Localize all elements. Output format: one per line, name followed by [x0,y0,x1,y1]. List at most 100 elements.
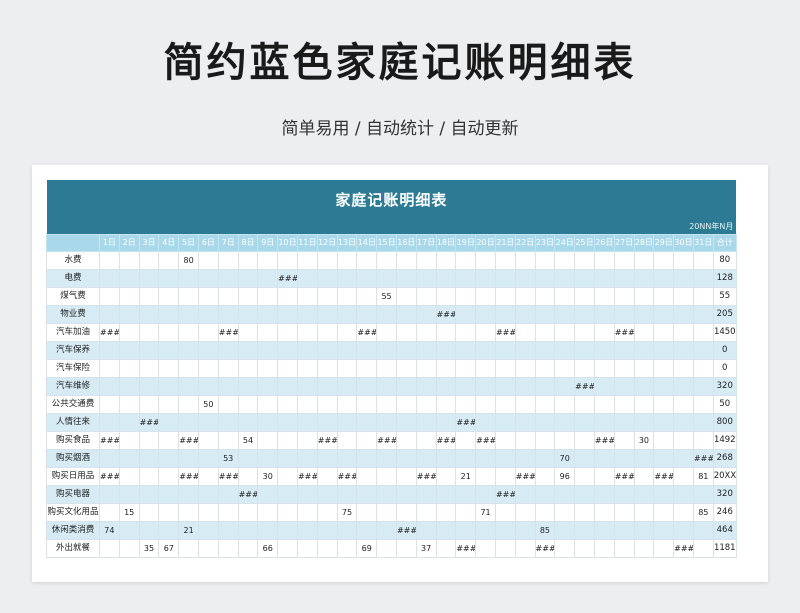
day-cell[interactable] [673,269,694,288]
day-cell[interactable] [277,359,298,378]
day-cell[interactable] [237,251,259,270]
day-cell[interactable]: ### [692,449,714,468]
day-cell[interactable] [574,341,595,360]
day-cell[interactable] [178,395,199,414]
day-cell[interactable] [435,269,457,288]
day-cell[interactable] [554,305,576,324]
day-cell[interactable] [296,431,318,450]
day-cell[interactable] [197,269,219,288]
day-cell[interactable] [257,323,279,342]
day-cell[interactable] [395,485,417,504]
day-cell[interactable] [336,359,358,378]
day-cell[interactable] [574,449,595,468]
day-cell[interactable] [197,467,219,486]
day-cell[interactable] [514,503,536,522]
day-cell[interactable]: ### [296,467,318,486]
day-cell[interactable] [118,449,140,468]
day-cell[interactable] [554,251,576,270]
day-cell[interactable] [554,485,576,504]
day-cell[interactable] [415,431,437,450]
day-cell[interactable] [395,413,417,432]
day-cell[interactable] [376,305,397,324]
day-cell[interactable] [99,395,120,414]
day-cell[interactable] [277,467,298,486]
day-cell[interactable] [613,503,635,522]
day-cell[interactable] [257,413,279,432]
day-cell[interactable] [376,323,397,342]
day-cell[interactable] [534,467,556,486]
day-cell[interactable] [138,359,160,378]
day-cell[interactable] [237,269,259,288]
day-cell[interactable] [138,431,160,450]
day-cell[interactable] [534,395,556,414]
day-cell[interactable] [356,485,378,504]
day-cell[interactable] [435,449,457,468]
category-cell[interactable]: 休闲类消费 [46,521,100,540]
day-cell[interactable] [158,341,180,360]
day-cell[interactable] [257,377,279,396]
day-cell[interactable]: ### [217,323,239,342]
day-header[interactable]: 10日 [277,234,298,252]
day-cell[interactable] [118,521,140,540]
day-cell[interactable] [494,431,516,450]
day-cell[interactable] [237,377,259,396]
day-cell[interactable] [257,449,279,468]
day-cell[interactable] [237,449,259,468]
day-cell[interactable] [277,485,298,504]
day-cell[interactable] [356,269,378,288]
day-cell[interactable] [138,377,160,396]
day-cell[interactable] [534,431,556,450]
day-cell[interactable]: ### [395,521,417,540]
day-cell[interactable] [514,341,536,360]
total-cell[interactable]: 800 [712,413,737,432]
total-cell[interactable]: 268 [712,449,737,468]
day-cell[interactable]: ### [534,539,556,558]
day-cell[interactable]: 21 [178,521,199,540]
day-cell[interactable] [356,341,378,360]
day-cell[interactable] [257,359,279,378]
day-cell[interactable]: ### [435,305,457,324]
total-cell[interactable]: 320 [712,485,737,504]
day-cell[interactable] [455,395,477,414]
day-cell[interactable] [336,323,358,342]
day-cell[interactable] [415,413,437,432]
day-cell[interactable] [574,269,595,288]
total-header[interactable]: 合计 [712,234,737,252]
day-cell[interactable] [653,287,675,306]
day-cell[interactable] [217,359,239,378]
day-cell[interactable] [356,377,378,396]
day-cell[interactable] [534,341,556,360]
day-cell[interactable] [237,521,259,540]
day-cell[interactable] [118,305,140,324]
day-cell[interactable] [237,413,259,432]
day-cell[interactable] [415,359,437,378]
day-cell[interactable] [692,431,714,450]
day-cell[interactable] [494,251,516,270]
day-cell[interactable] [277,377,298,396]
day-cell[interactable] [653,251,675,270]
day-header[interactable]: 9日 [257,234,279,252]
day-cell[interactable] [257,431,279,450]
day-cell[interactable] [217,269,239,288]
day-cell[interactable] [633,251,655,270]
day-cell[interactable] [197,359,219,378]
day-cell[interactable] [673,251,694,270]
day-cell[interactable] [99,359,120,378]
day-header[interactable]: 23日 [534,234,556,252]
total-cell[interactable]: 20XX.0 [712,467,737,486]
day-cell[interactable] [395,323,417,342]
day-cell[interactable] [593,539,615,558]
day-cell[interactable]: ### [415,467,437,486]
day-cell[interactable] [158,431,180,450]
day-cell[interactable] [197,413,219,432]
day-cell[interactable] [356,467,378,486]
day-cell[interactable] [277,323,298,342]
day-cell[interactable] [554,377,576,396]
day-cell[interactable] [514,269,536,288]
day-cell[interactable] [475,539,496,558]
day-header[interactable]: 17日 [415,234,437,252]
day-cell[interactable] [356,413,378,432]
day-cell[interactable] [197,323,219,342]
day-cell[interactable] [296,539,318,558]
day-cell[interactable] [534,377,556,396]
